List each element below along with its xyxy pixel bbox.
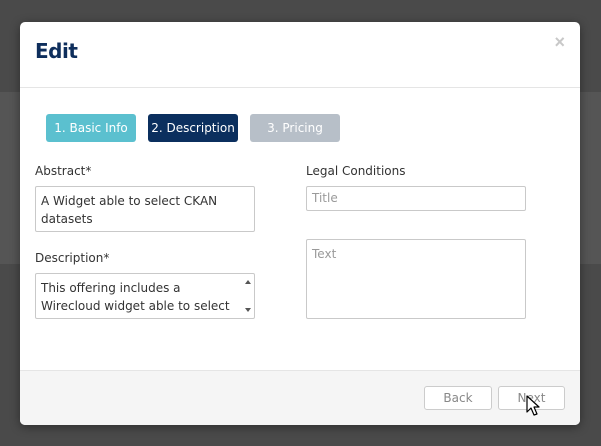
description-label: Description*: [35, 251, 110, 265]
description-value: This offering includes a Wirecloud widge…: [41, 281, 230, 313]
modal-title: Edit: [35, 39, 78, 63]
tab-description[interactable]: 2. Description: [148, 114, 238, 142]
tab-basic-info[interactable]: 1. Basic Info: [46, 114, 136, 142]
legal-title-placeholder: Title: [312, 191, 338, 205]
modal-header: Edit ×: [20, 22, 580, 88]
abstract-textarea[interactable]: A Widget able to select CKAN datasets: [35, 186, 255, 232]
mouse-cursor-icon: [526, 395, 540, 416]
description-textarea[interactable]: This offering includes a Wirecloud widge…: [35, 273, 255, 319]
scroll-up-icon[interactable]: [245, 280, 251, 284]
back-button[interactable]: Back: [424, 386, 492, 410]
legal-text-textarea[interactable]: Text: [306, 239, 526, 319]
edit-modal: Edit × 1. Basic Info 2. Description 3. P…: [20, 22, 580, 425]
description-scrollbar[interactable]: [242, 274, 254, 318]
modal-footer: Back Next: [20, 370, 580, 425]
tab-pricing[interactable]: 3. Pricing: [250, 114, 340, 142]
abstract-value: A Widget able to select CKAN datasets: [41, 194, 218, 226]
legal-conditions-label: Legal Conditions: [306, 164, 406, 178]
scroll-down-icon[interactable]: [245, 308, 251, 312]
close-icon[interactable]: ×: [554, 32, 565, 52]
legal-text-placeholder: Text: [312, 247, 337, 261]
abstract-label: Abstract*: [35, 164, 92, 178]
legal-title-input[interactable]: Title: [306, 186, 526, 211]
